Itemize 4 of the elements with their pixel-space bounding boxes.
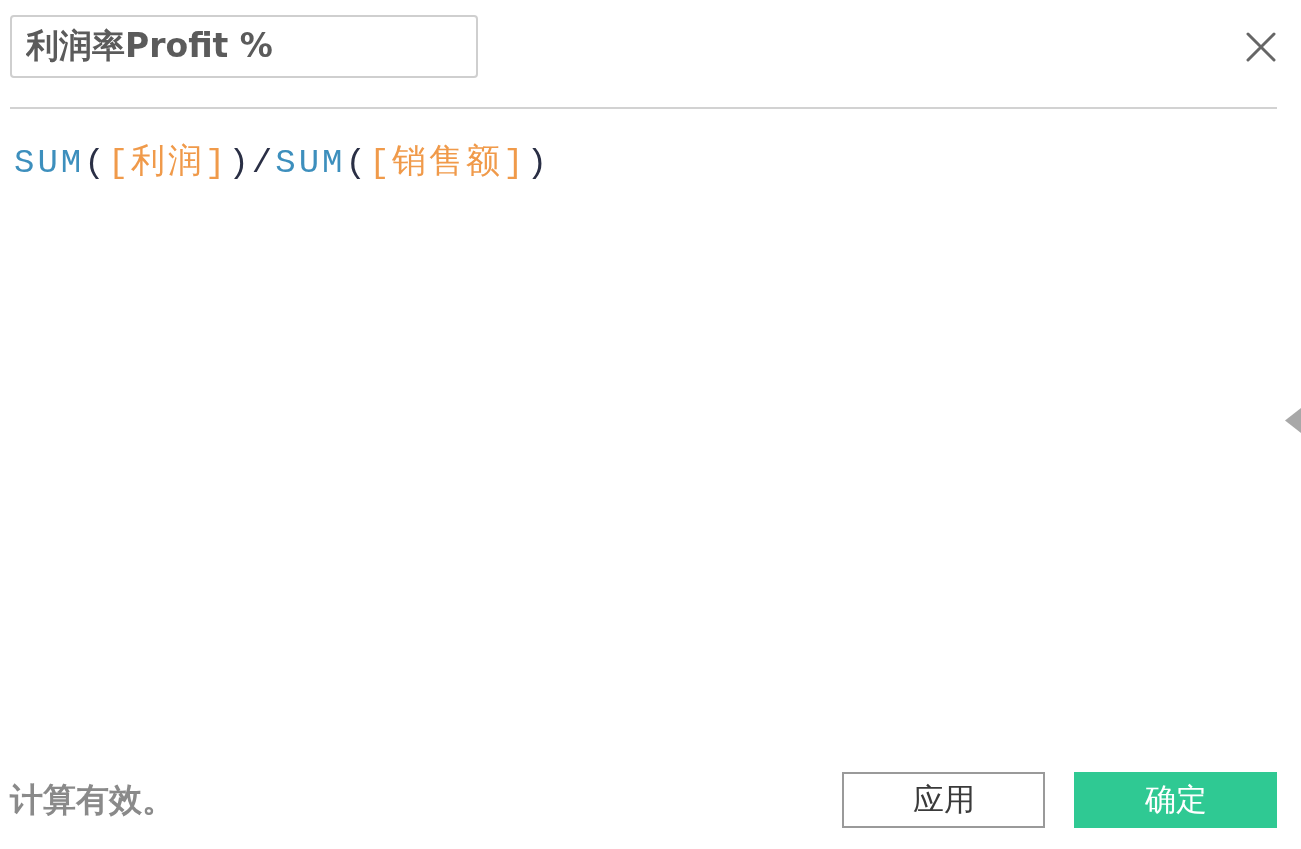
status-text: 计算有效。 bbox=[10, 778, 175, 821]
apply-button[interactable]: 应用 bbox=[842, 772, 1045, 828]
formula-text[interactable]: SUM([利润])/SUM([销售额]) bbox=[14, 141, 551, 185]
close-icon[interactable] bbox=[1245, 30, 1277, 63]
